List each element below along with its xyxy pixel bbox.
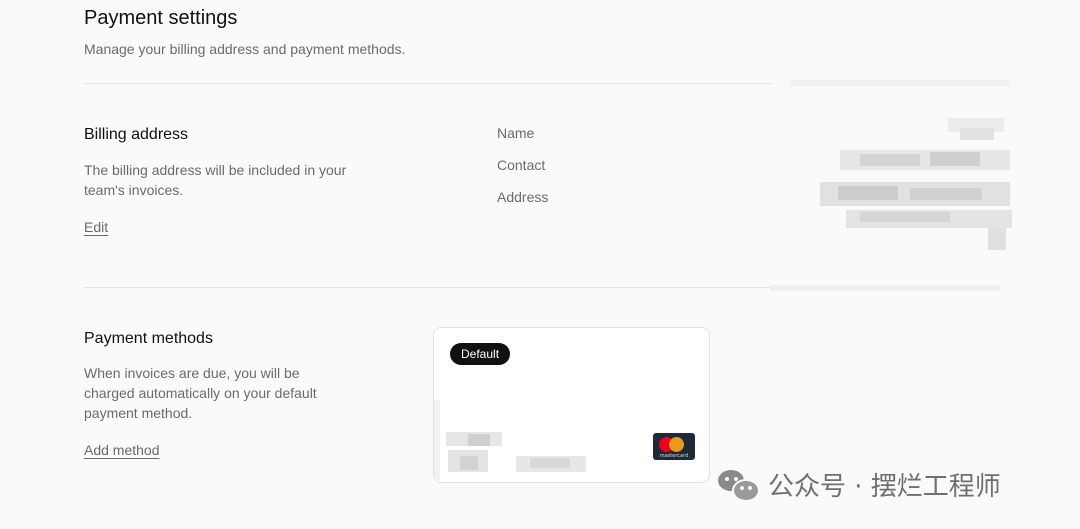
divider bbox=[84, 287, 772, 288]
name-label: Name bbox=[497, 125, 535, 141]
default-badge: Default bbox=[450, 343, 511, 365]
wechat-icon bbox=[716, 466, 760, 502]
contact-label: Contact bbox=[497, 157, 546, 173]
mastercard-logo-icon: mastercard bbox=[653, 433, 695, 460]
billing-address-title: Billing address bbox=[84, 126, 189, 143]
watermark: 公众号 · 摆烂工程师 bbox=[716, 466, 1001, 502]
divider bbox=[84, 83, 772, 84]
page-title: Payment settings bbox=[84, 7, 238, 29]
address-label: Address bbox=[497, 189, 549, 205]
add-method-link[interactable]: Add method bbox=[84, 442, 160, 458]
billing-address-description: The billing address will be included in … bbox=[84, 162, 347, 198]
payment-card[interactable]: Default mastercard bbox=[433, 327, 710, 483]
page-subtitle: Manage your billing address and payment … bbox=[84, 41, 406, 57]
payment-methods-description: When invoices are due, you will be charg… bbox=[84, 365, 317, 421]
edit-billing-link[interactable]: Edit bbox=[84, 219, 108, 235]
watermark-text: 公众号 · 摆烂工程师 bbox=[768, 471, 1001, 502]
payment-methods-title: Payment methods bbox=[84, 330, 213, 347]
